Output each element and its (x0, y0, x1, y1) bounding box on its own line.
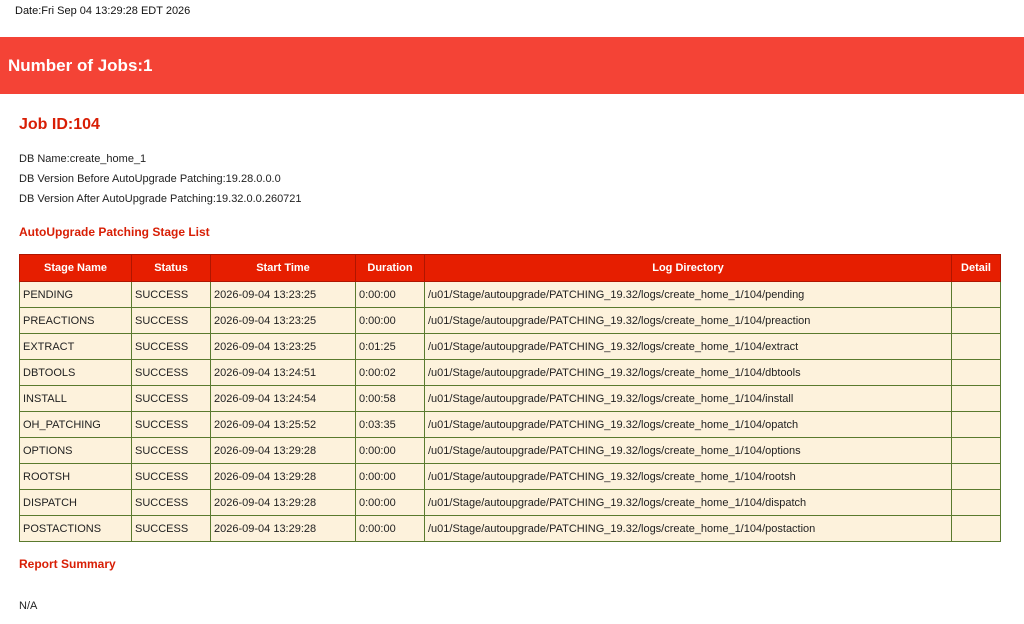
log-directory-cell: /u01/Stage/autoupgrade/PATCHING_19.32/lo… (424, 515, 952, 542)
log-directory-cell: /u01/Stage/autoupgrade/PATCHING_19.32/lo… (424, 385, 952, 412)
column-header-detail: Detail (951, 254, 1001, 282)
duration-cell: 0:00:00 (355, 489, 425, 516)
start-time-cell: 2026-09-04 13:24:54 (210, 385, 356, 412)
log-directory-cell: /u01/Stage/autoupgrade/PATCHING_19.32/lo… (424, 333, 952, 360)
log-directory-cell: /u01/Stage/autoupgrade/PATCHING_19.32/lo… (424, 359, 952, 386)
column-header-stage-name: Stage Name (19, 254, 132, 282)
detail-cell (951, 385, 1001, 412)
start-time-cell: 2026-09-04 13:23:25 (210, 307, 356, 334)
log-directory-cell: /u01/Stage/autoupgrade/PATCHING_19.32/lo… (424, 489, 952, 516)
db-version-after-line: DB Version After AutoUpgrade Patching:19… (19, 193, 302, 205)
status-cell: SUCCESS (131, 333, 211, 360)
detail-cell (951, 281, 1001, 308)
duration-cell: 0:03:35 (355, 411, 425, 438)
duration-cell: 0:00:02 (355, 359, 425, 386)
status-cell: SUCCESS (131, 489, 211, 516)
table-row: PENDING SUCCESS 2026-09-04 13:23:25 0:00… (19, 281, 1001, 308)
stage-table: Stage Name Status Start Time Duration Lo… (19, 254, 1001, 542)
db-name-line: DB Name:create_home_1 (19, 153, 147, 165)
column-header-log-directory: Log Directory (424, 254, 952, 282)
table-row: ROOTSH SUCCESS 2026-09-04 13:29:28 0:00:… (19, 463, 1001, 490)
jobs-count-banner: Number of Jobs:1 (0, 37, 1024, 94)
column-header-status: Status (131, 254, 211, 282)
detail-cell (951, 307, 1001, 334)
stage-name-cell: EXTRACT (19, 333, 132, 360)
table-row: POSTACTIONS SUCCESS 2026-09-04 13:29:28 … (19, 515, 1001, 542)
duration-cell: 0:00:00 (355, 515, 425, 542)
stage-name-cell: POSTACTIONS (19, 515, 132, 542)
detail-cell (951, 359, 1001, 386)
stage-name-cell: DISPATCH (19, 489, 132, 516)
stage-name-cell: OH_PATCHING (19, 411, 132, 438)
log-directory-cell: /u01/Stage/autoupgrade/PATCHING_19.32/lo… (424, 463, 952, 490)
duration-cell: 0:00:00 (355, 437, 425, 464)
log-directory-cell: /u01/Stage/autoupgrade/PATCHING_19.32/lo… (424, 281, 952, 308)
report-summary-value: N/A (19, 600, 38, 612)
start-time-cell: 2026-09-04 13:29:28 (210, 515, 356, 542)
start-time-cell: 2026-09-04 13:29:28 (210, 463, 356, 490)
detail-cell (951, 333, 1001, 360)
column-header-duration: Duration (355, 254, 425, 282)
detail-cell (951, 489, 1001, 516)
stage-name-cell: PENDING (19, 281, 132, 308)
stage-name-cell: INSTALL (19, 385, 132, 412)
table-row: DISPATCH SUCCESS 2026-09-04 13:29:28 0:0… (19, 489, 1001, 516)
status-cell: SUCCESS (131, 411, 211, 438)
start-time-cell: 2026-09-04 13:23:25 (210, 281, 356, 308)
stage-name-cell: OPTIONS (19, 437, 132, 464)
table-row: DBTOOLS SUCCESS 2026-09-04 13:24:51 0:00… (19, 359, 1001, 386)
stage-name-cell: PREACTIONS (19, 307, 132, 334)
report-date: Date:Fri Sep 04 13:29:28 EDT 2026 (15, 5, 191, 17)
status-cell: SUCCESS (131, 281, 211, 308)
start-time-cell: 2026-09-04 13:24:51 (210, 359, 356, 386)
start-time-cell: 2026-09-04 13:29:28 (210, 489, 356, 516)
stage-name-cell: DBTOOLS (19, 359, 132, 386)
detail-cell (951, 463, 1001, 490)
report-summary-heading: Report Summary (19, 557, 116, 571)
start-time-cell: 2026-09-04 13:29:28 (210, 437, 356, 464)
table-row: OH_PATCHING SUCCESS 2026-09-04 13:25:52 … (19, 411, 1001, 438)
stage-name-cell: ROOTSH (19, 463, 132, 490)
jobs-count-title: Number of Jobs:1 (8, 56, 153, 75)
log-directory-cell: /u01/Stage/autoupgrade/PATCHING_19.32/lo… (424, 307, 952, 334)
table-row: EXTRACT SUCCESS 2026-09-04 13:23:25 0:01… (19, 333, 1001, 360)
table-row: INSTALL SUCCESS 2026-09-04 13:24:54 0:00… (19, 385, 1001, 412)
duration-cell: 0:00:58 (355, 385, 425, 412)
job-id-heading: Job ID:104 (19, 116, 100, 133)
status-cell: SUCCESS (131, 463, 211, 490)
duration-cell: 0:00:00 (355, 463, 425, 490)
start-time-cell: 2026-09-04 13:25:52 (210, 411, 356, 438)
status-cell: SUCCESS (131, 385, 211, 412)
status-cell: SUCCESS (131, 307, 211, 334)
detail-cell (951, 437, 1001, 464)
status-cell: SUCCESS (131, 515, 211, 542)
detail-cell (951, 515, 1001, 542)
status-cell: SUCCESS (131, 437, 211, 464)
log-directory-cell: /u01/Stage/autoupgrade/PATCHING_19.32/lo… (424, 411, 952, 438)
duration-cell: 0:00:00 (355, 281, 425, 308)
start-time-cell: 2026-09-04 13:23:25 (210, 333, 356, 360)
table-row: OPTIONS SUCCESS 2026-09-04 13:29:28 0:00… (19, 437, 1001, 464)
detail-cell (951, 411, 1001, 438)
table-row: PREACTIONS SUCCESS 2026-09-04 13:23:25 0… (19, 307, 1001, 334)
duration-cell: 0:01:25 (355, 333, 425, 360)
status-cell: SUCCESS (131, 359, 211, 386)
stage-list-heading: AutoUpgrade Patching Stage List (19, 225, 210, 239)
log-directory-cell: /u01/Stage/autoupgrade/PATCHING_19.32/lo… (424, 437, 952, 464)
stage-table-header-row: Stage Name Status Start Time Duration Lo… (19, 254, 1001, 282)
duration-cell: 0:00:00 (355, 307, 425, 334)
column-header-start-time: Start Time (210, 254, 356, 282)
db-version-before-line: DB Version Before AutoUpgrade Patching:1… (19, 173, 281, 185)
